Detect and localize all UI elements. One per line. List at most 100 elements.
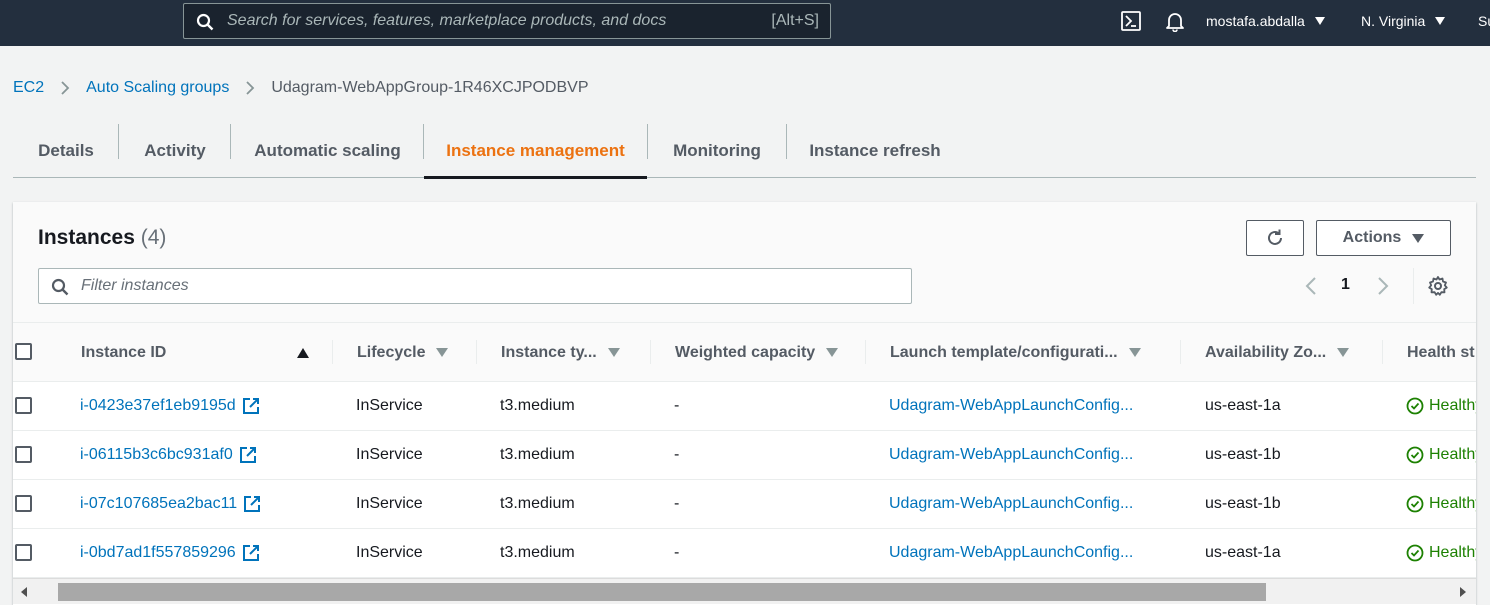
panel-title-text: Instances <box>38 226 135 249</box>
sort-icon <box>436 348 449 357</box>
actions-label: Actions <box>1342 229 1402 246</box>
instance-id-link[interactable]: i-0bd7ad1f557859296 <box>80 529 261 577</box>
instances-panel: Instances (4) Actions Filter instances 1… <box>13 202 1476 605</box>
weighted-capacity-cell: - <box>674 495 680 512</box>
chevron-right-icon <box>61 81 70 95</box>
search-placeholder: Search for services, features, marketpla… <box>227 12 667 29</box>
row-checkbox[interactable] <box>15 495 32 512</box>
weighted-capacity-cell: - <box>674 446 680 463</box>
launch-config-link[interactable]: Udagram-WebAppLaunchConfig... <box>889 529 1133 577</box>
instance-id-link[interactable]: i-07c107685ea2bac11 <box>80 480 262 528</box>
breadcrumb-ec2[interactable]: EC2 <box>13 79 44 97</box>
launch-config-link[interactable]: Udagram-WebAppLaunchConfig... <box>889 382 1133 430</box>
weighted-capacity-cell: - <box>674 397 680 414</box>
page-number[interactable]: 1 <box>1341 276 1350 294</box>
scroll-right-icon[interactable] <box>1460 587 1466 597</box>
column-instance-type[interactable]: Instance ty... <box>501 323 661 382</box>
tab-details[interactable]: Details <box>13 124 119 177</box>
cloudshell-icon[interactable] <box>1120 10 1142 32</box>
launch-config-link[interactable]: Udagram-WebAppLaunchConfig... <box>889 431 1133 479</box>
filter-instances-input[interactable]: Filter instances <box>38 268 912 304</box>
table-row: i-06115b3c6bc931af0 InService t3.medium … <box>13 431 1476 480</box>
panel-title: Instances (4) <box>38 226 166 250</box>
column-health-status[interactable]: Health st <box>1407 323 1476 382</box>
user-name: mostafa.abdalla <box>1206 13 1305 29</box>
tab-automatic-scaling[interactable]: Automatic scaling <box>231 124 424 177</box>
health-status-text: Healthy <box>1429 397 1476 414</box>
column-label: Launch template/configurati... <box>890 343 1118 361</box>
refresh-button[interactable] <box>1246 220 1304 256</box>
column-label: Lifecycle <box>357 343 426 361</box>
weighted-capacity-cell: - <box>674 544 680 561</box>
instance-id-link[interactable]: i-0423e37ef1eb9195d <box>80 382 261 430</box>
instance-type-cell: t3.medium <box>500 446 575 463</box>
column-launch-template[interactable]: Launch template/configurati... <box>890 323 1190 382</box>
breadcrumb-auto-scaling-groups[interactable]: Auto Scaling groups <box>86 79 229 97</box>
panel-header: Instances (4) Actions Filter instances 1 <box>13 202 1476 323</box>
column-divider <box>1180 340 1181 364</box>
support-menu[interactable]: Su <box>1478 13 1490 29</box>
row-checkbox[interactable] <box>15 544 32 561</box>
column-availability-zone[interactable]: Availability Zo... <box>1205 323 1395 382</box>
external-link-icon <box>239 447 256 463</box>
instance-id: i-0423e37ef1eb9195d <box>80 397 236 414</box>
lifecycle-cell: InService <box>356 544 423 561</box>
instance-id: i-07c107685ea2bac11 <box>80 495 238 512</box>
instance-type-cell: t3.medium <box>500 495 575 512</box>
scrollbar-thumb[interactable] <box>58 583 1266 601</box>
health-status-cell: Healthy <box>1406 431 1476 479</box>
scroll-left-icon[interactable] <box>21 587 27 597</box>
instance-id-link[interactable]: i-06115b3c6bc931af0 <box>80 431 258 479</box>
actions-button[interactable]: Actions <box>1316 220 1451 256</box>
region-menu[interactable]: N. Virginia <box>1361 13 1446 29</box>
region-name: N. Virginia <box>1361 13 1426 29</box>
column-divider <box>865 340 866 364</box>
caret-down-icon <box>1314 17 1325 25</box>
column-lifecycle[interactable]: Lifecycle <box>357 323 487 382</box>
sort-icon <box>1128 348 1141 357</box>
health-status-text: Healthy <box>1429 495 1476 512</box>
global-search-input[interactable]: Search for services, features, marketpla… <box>183 3 831 39</box>
user-menu[interactable]: mostafa.abdalla <box>1206 13 1325 29</box>
instance-type-cell: t3.medium <box>500 544 575 561</box>
select-all-checkbox[interactable] <box>15 343 32 360</box>
search-shortcut: [Alt+S] <box>771 12 819 29</box>
gear-icon[interactable] <box>1427 275 1449 297</box>
check-circle-icon <box>1406 495 1424 513</box>
search-icon <box>51 278 69 296</box>
sort-ascending-icon <box>297 347 309 358</box>
instance-count: (4) <box>140 226 167 249</box>
external-link-icon <box>242 545 259 561</box>
previous-page-icon[interactable] <box>1303 276 1319 296</box>
row-checkbox[interactable] <box>15 446 32 463</box>
table-row: i-0423e37ef1eb9195d InService t3.medium … <box>13 382 1476 431</box>
health-status-cell: Healthy <box>1406 529 1476 577</box>
tab-instance-management[interactable]: Instance management <box>424 124 647 179</box>
instance-type-cell: t3.medium <box>500 397 575 414</box>
lifecycle-cell: InService <box>356 495 423 512</box>
column-weighted-capacity[interactable]: Weighted capacity <box>675 323 865 382</box>
tab-bar: Details Activity Automatic scaling Insta… <box>13 124 1476 179</box>
tab-instance-refresh[interactable]: Instance refresh <box>787 124 963 177</box>
bell-icon[interactable] <box>1164 10 1186 32</box>
row-checkbox[interactable] <box>15 397 32 414</box>
launch-config-link[interactable]: Udagram-WebAppLaunchConfig... <box>889 480 1133 528</box>
caret-down-icon <box>1435 17 1446 25</box>
horizontal-scrollbar[interactable] <box>13 578 1476 604</box>
health-status-cell: Healthy <box>1406 480 1476 528</box>
availability-zone-cell: us-east-1a <box>1205 397 1281 414</box>
column-divider <box>332 340 333 364</box>
column-instance-id[interactable]: Instance ID <box>81 323 343 382</box>
next-page-icon[interactable] <box>1375 276 1391 296</box>
column-divider <box>1382 340 1383 364</box>
check-circle-icon <box>1406 544 1424 562</box>
health-status-text: Healthy <box>1429 446 1476 463</box>
external-link-icon <box>244 496 261 512</box>
health-status-text: Healthy <box>1429 544 1476 561</box>
sort-icon <box>826 348 839 357</box>
column-label: Instance ID <box>81 343 167 361</box>
availability-zone-cell: us-east-1a <box>1205 544 1281 561</box>
tab-activity[interactable]: Activity <box>119 124 231 177</box>
pager-divider <box>1413 268 1414 304</box>
tab-monitoring[interactable]: Monitoring <box>648 124 786 177</box>
